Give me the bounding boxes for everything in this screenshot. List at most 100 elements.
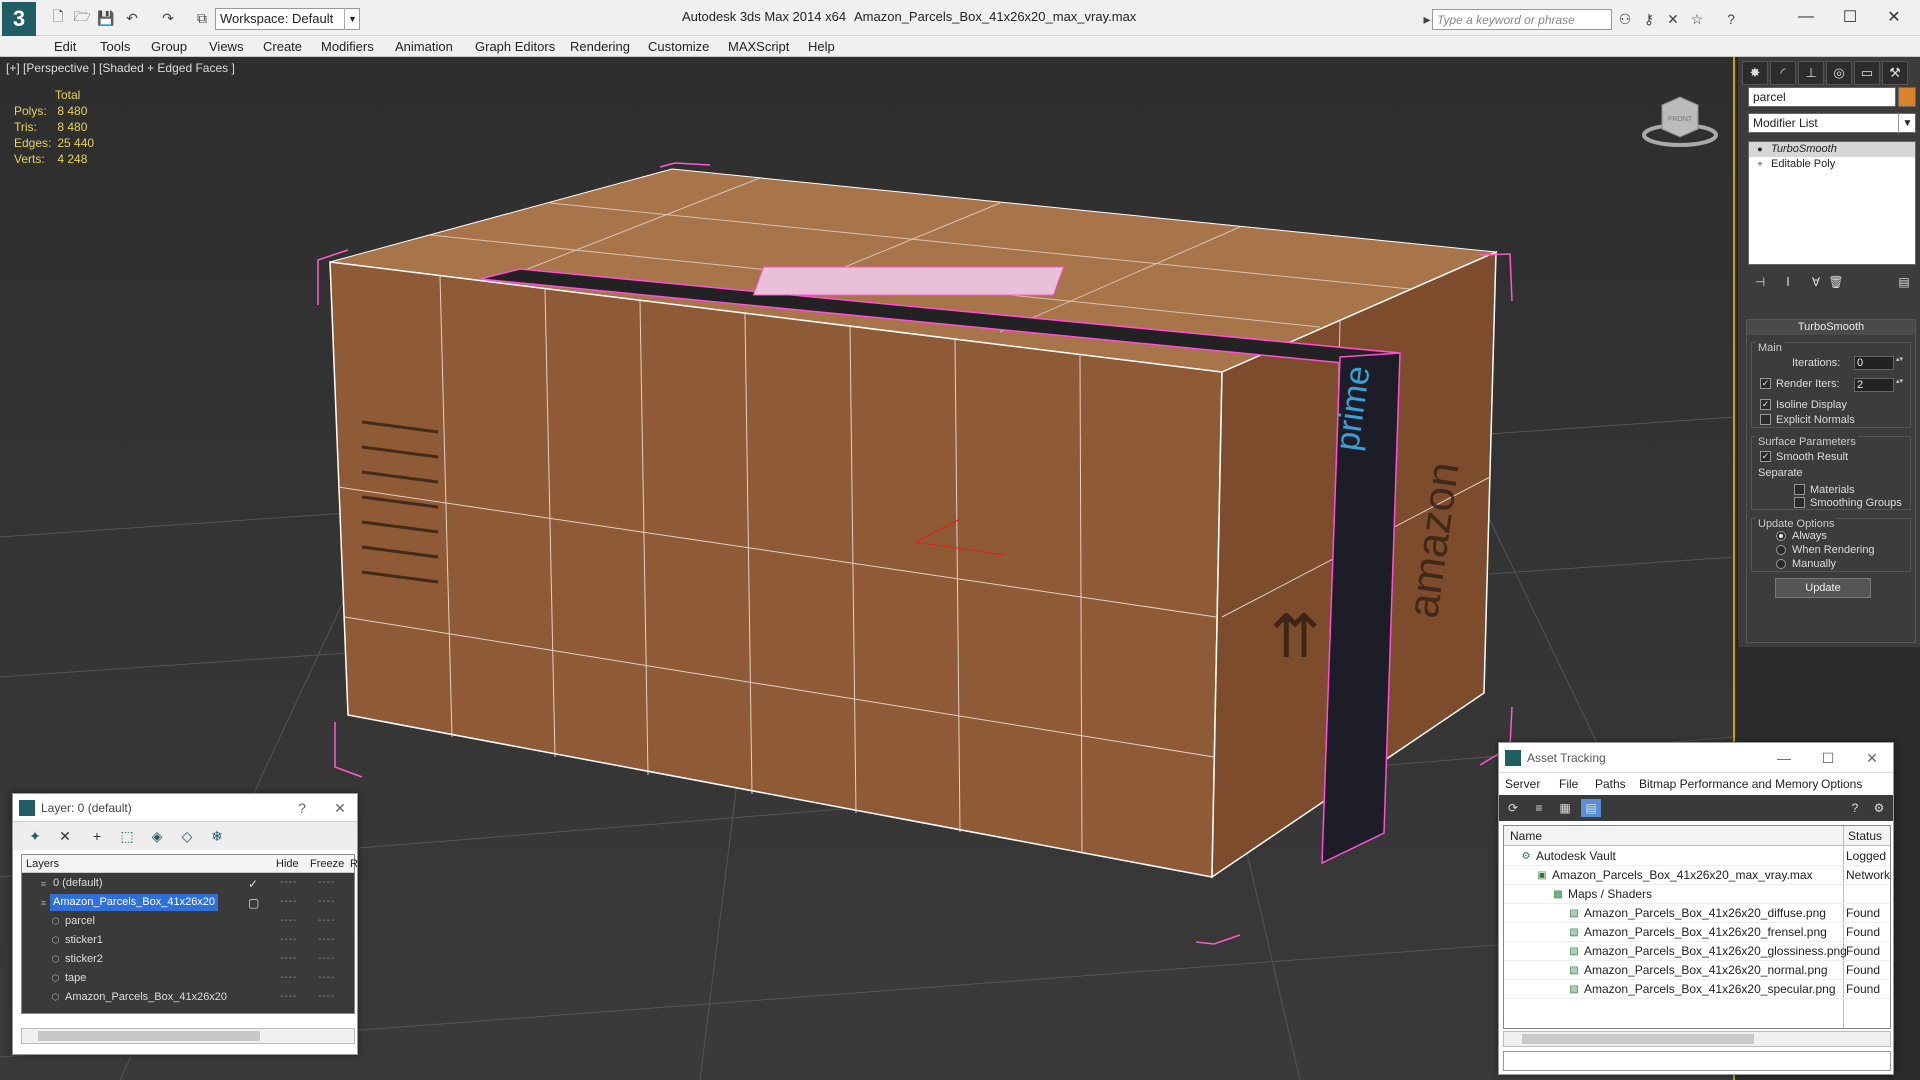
make-unique-icon[interactable]: ∀ [1806,273,1826,291]
close-button[interactable]: ✕ [329,798,351,818]
always-radio[interactable] [1776,531,1786,541]
new-layer-icon[interactable]: ✦ [25,826,45,846]
minimize-icon[interactable]: — [1786,4,1826,30]
menu-modifiers[interactable]: Modifiers [321,39,374,54]
workspace-dropdown[interactable]: Workspace: Default [215,8,360,30]
add-selected-icon[interactable]: ▢ [248,896,260,910]
menu-customize[interactable]: Customize [648,39,709,54]
hide-toggle[interactable]: ---- [280,953,297,964]
freeze-toggle[interactable]: ---- [318,972,335,983]
undo-icon[interactable]: ↶ [122,8,142,28]
spinner-arrows-icon[interactable]: ▴▾ [1896,378,1904,392]
menu-group[interactable]: Group [151,39,187,54]
horizontal-scrollbar[interactable] [1503,1031,1891,1047]
object-name-input[interactable]: parcel [1748,87,1896,107]
layer-row[interactable]: ⬡ Amazon_Parcels_Box_41x26x20 ---- ---- [22,988,354,1007]
star-icon[interactable]: ☆ [1688,10,1706,28]
freeze-toggle[interactable]: ---- [318,934,335,945]
help-icon[interactable]: ? [1722,10,1740,28]
asset-row[interactable]: ▧ Amazon_Parcels_Box_41x26x20_glossiness.… [1504,942,1890,961]
show-end-result-icon[interactable]: Ⅰ [1778,273,1798,291]
asset-row[interactable]: ⚙ Autodesk Vault Logged Out [1504,847,1890,866]
asset-row[interactable]: ▧ Amazon_Parcels_Box_41x26x20_specular.pn… [1504,980,1890,999]
delete-layer-icon[interactable]: ✕ [55,826,75,846]
column-name[interactable]: Name [1510,829,1542,843]
menu-graph-editors[interactable]: Graph Editors [475,39,555,54]
display-tab-icon[interactable]: ▭ [1854,61,1880,85]
asset-panel-titlebar[interactable]: Asset Tracking — ☐ ✕ [1499,743,1893,773]
layer-panel-titlebar[interactable]: Layer: 0 (default) ? ✕ [13,794,357,822]
menu-file[interactable]: File [1559,777,1578,791]
pin-stack-icon[interactable]: ⊣ [1750,273,1770,291]
freeze-toggle[interactable]: ---- [318,896,335,907]
freeze-toggle[interactable]: ---- [318,915,335,926]
table-view-icon[interactable]: ▤ [1581,799,1601,817]
hide-toggle[interactable]: ---- [280,972,297,983]
menu-server[interactable]: Server [1505,777,1540,791]
menu-paths[interactable]: Paths [1595,777,1626,791]
create-tab-icon[interactable]: ✸ [1742,61,1768,85]
modifier-list-dropdown[interactable]: Modifier List [1748,113,1916,133]
asset-row[interactable]: ▧ Amazon_Parcels_Box_41x26x20_normal.png F… [1504,961,1890,980]
layer-row[interactable]: ≡ Amazon_Parcels_Box_41x26x20 ---- ---- ▢ [22,893,354,912]
freeze-all-icon[interactable]: ❄ [207,826,227,846]
utilities-tab-icon[interactable]: ⚒ [1882,61,1908,85]
scrollbar-thumb[interactable] [38,1031,260,1041]
column-render[interactable]: R [350,858,358,870]
scrollbar-thumb[interactable] [1522,1034,1754,1044]
help-icon[interactable]: ? [1845,799,1865,817]
menu-animation[interactable]: Animation [395,39,453,54]
layer-row[interactable]: ⬡ sticker2 ---- ---- [22,950,354,969]
menu-views[interactable]: Views [209,39,243,54]
refresh-icon[interactable]: ⟳ [1503,799,1523,817]
menu-bitmap-performance[interactable]: Bitmap Performance and Memory [1639,777,1818,791]
materials-checkbox[interactable] [1794,484,1805,495]
hide-toggle[interactable]: ---- [280,896,297,907]
smooth-result-checkbox[interactable]: ✓ [1760,451,1771,462]
maximize-icon[interactable]: ☐ [1817,748,1839,768]
explicit-normals-checkbox[interactable] [1760,414,1771,425]
hide-toggle[interactable]: ---- [280,877,297,888]
menu-tools[interactable]: Tools [100,39,130,54]
maximize-icon[interactable]: ☐ [1830,4,1870,30]
settings-icon[interactable]: ⚙ [1869,799,1889,817]
iterations-spinner[interactable]: 0 [1854,356,1894,370]
column-layers[interactable]: Layers [26,858,59,870]
new-file-icon[interactable]: 🗋 [48,8,68,28]
stack-item-turbosmooth[interactable]: ● TurboSmooth [1749,142,1915,157]
freeze-toggle[interactable]: ---- [318,953,335,964]
binoculars-icon[interactable]: ⚇ [1616,10,1634,28]
redo-icon[interactable]: ↷ [158,8,178,28]
menu-options[interactable]: Options [1821,777,1862,791]
tools-icon[interactable]: ✕ [1664,10,1682,28]
hide-toggle[interactable]: ---- [280,934,297,945]
modify-tab-icon[interactable]: ◜ [1770,61,1796,85]
menu-create[interactable]: Create [263,39,302,54]
help-button[interactable]: ? [291,798,313,818]
save-file-icon[interactable]: 💾 [96,8,116,28]
freeze-toggle[interactable]: ---- [318,991,335,1002]
lightbulb-icon[interactable]: ● [1755,144,1765,154]
hierarchy-tab-icon[interactable]: ⊥ [1798,61,1824,85]
minimize-icon[interactable]: — [1773,748,1795,768]
when-rendering-radio[interactable] [1776,545,1786,555]
menu-edit[interactable]: Edit [54,39,76,54]
freeze-toggle[interactable]: ---- [318,877,335,888]
menu-maxscript[interactable]: MAXScript [728,39,789,54]
layer-row[interactable]: ⬡ parcel ---- ---- [22,912,354,931]
select-objects-icon[interactable]: ⬚ [117,826,137,846]
column-hide[interactable]: Hide [276,858,299,870]
open-file-icon[interactable]: 🗁 [72,8,92,28]
list-view-icon[interactable]: ≡ [1529,799,1549,817]
layer-row[interactable]: ⬡ tape ---- ---- [22,969,354,988]
key-icon[interactable]: ⚷ [1640,10,1658,28]
close-icon[interactable]: ✕ [1861,748,1883,768]
configure-sets-icon[interactable]: ▤ [1894,273,1914,291]
asset-row[interactable]: ▩ Maps / Shaders [1504,885,1890,904]
asset-row[interactable]: ▣ Amazon_Parcels_Box_41x26x20_max_vray.ma… [1504,866,1890,885]
manually-radio[interactable] [1776,559,1786,569]
asset-row[interactable]: ▧ Amazon_Parcels_Box_41x26x20_frensel.png… [1504,923,1890,942]
search-input[interactable]: Type a keyword or phrase [1432,9,1612,30]
project-folder-icon[interactable]: ⧉ [192,8,212,28]
asset-row[interactable]: ▧ Amazon_Parcels_Box_41x26x20_diffuse.png… [1504,904,1890,923]
